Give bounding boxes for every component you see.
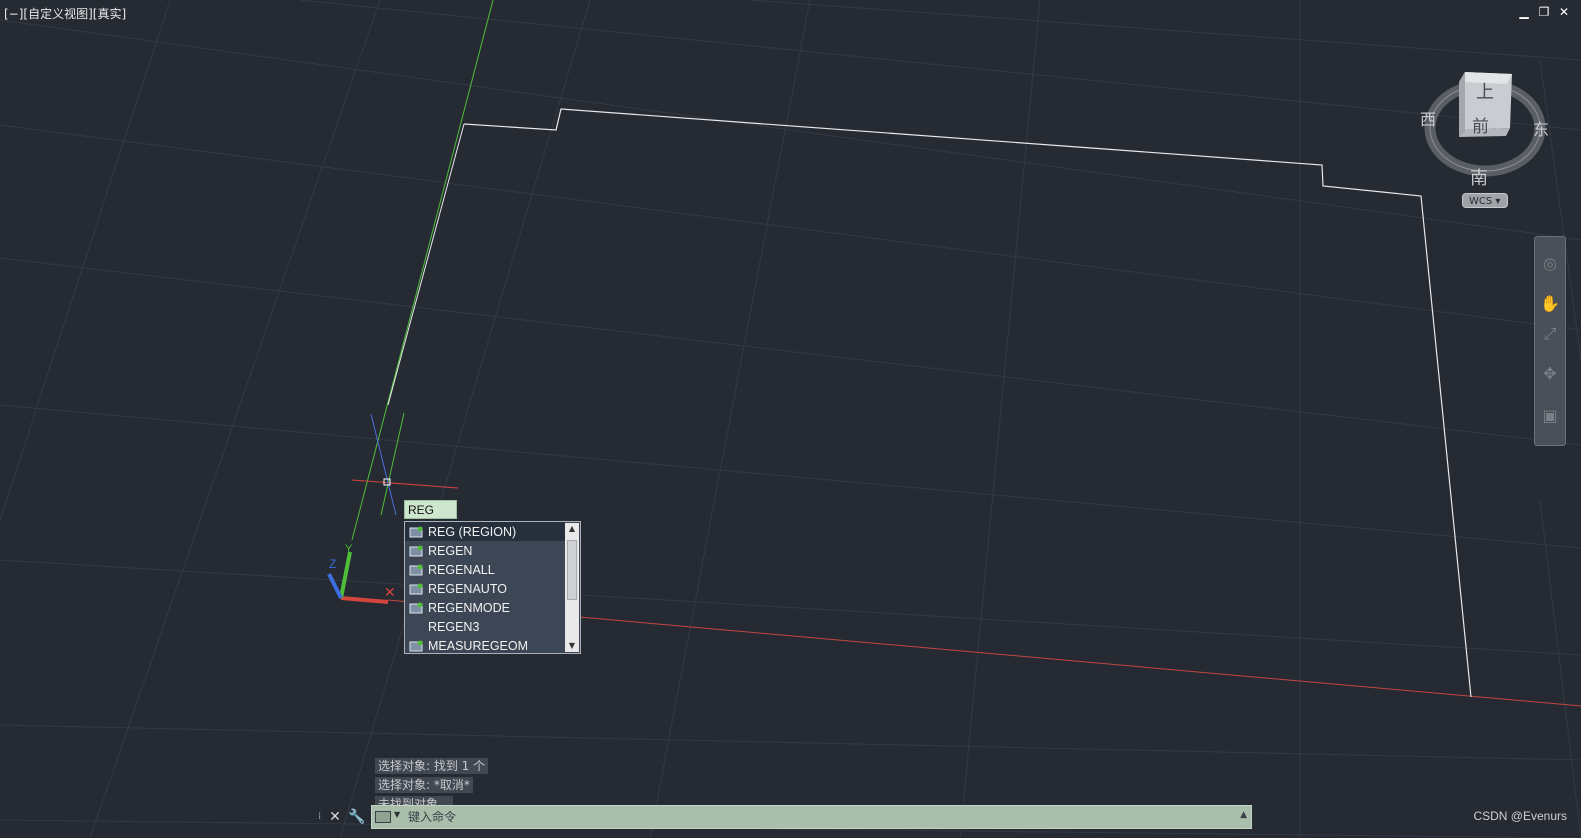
wrench-icon[interactable]: 🔧 — [348, 808, 365, 826]
svg-text:Y: Y — [345, 543, 353, 555]
showmotion-icon[interactable]: ▣ — [1539, 405, 1561, 427]
viewport-window-controls: ▁ ❐ ✕ — [1517, 5, 1571, 19]
blank-icon — [409, 621, 424, 633]
drawing-viewport[interactable]: ✕ Y Z [−][自定义视图][真实] ▁ ❐ ✕ 上 前 西 东 南 WCS… — [0, 0, 1581, 838]
wcs-menu-button[interactable]: WCS ▾ — [1462, 193, 1508, 208]
drag-grip-icon[interactable]: ⁞ — [318, 808, 326, 826]
autocomplete-item-label: REGENAUTO — [428, 581, 507, 596]
autocomplete-item[interactable]: REGENALL — [405, 560, 565, 579]
autocomplete-item[interactable]: REGENAUTO — [405, 579, 565, 598]
command-history: 选择对象: 找到 1 个 选择对象: *取消* 未找到对象。 — [375, 755, 489, 812]
regen-icon — [409, 545, 424, 557]
autocomplete-item-label: REGENALL — [428, 562, 495, 577]
autocomplete-item-label: REGENMODE — [428, 600, 510, 615]
model-space-scene[interactable]: ✕ Y Z — [0, 0, 1581, 838]
regenall-icon — [409, 564, 424, 576]
command-autocomplete-list: REG (REGION) REGEN REGENALL REGENAUTO REGENM… — [404, 521, 581, 654]
ucs-icon: ✕ Y Z — [327, 543, 396, 604]
regenauto-icon — [409, 583, 424, 595]
autocomplete-item-label: REGEN — [428, 543, 473, 558]
viewcube-face-top[interactable]: 上 — [1476, 78, 1494, 104]
measure-icon — [409, 640, 424, 652]
command-prompt-icon[interactable] — [375, 811, 391, 823]
autocomplete-item[interactable]: REG (REGION) — [405, 522, 565, 541]
scroll-up-icon[interactable]: ▲ — [565, 523, 579, 535]
command-input-container: ▼ ▲ — [371, 805, 1252, 829]
y-axis-line — [351, 0, 494, 541]
compass-east[interactable]: 东 — [1533, 116, 1549, 140]
close-command-line-icon[interactable]: ✕ — [328, 808, 342, 826]
regenmode-icon — [409, 602, 424, 614]
pan-hand-icon[interactable]: ✋ — [1539, 293, 1561, 315]
command-input[interactable] — [408, 808, 1228, 826]
dynamic-input-field[interactable]: REG — [404, 500, 457, 519]
autocomplete-item[interactable]: MEASUREGEOM — [405, 636, 565, 655]
orbit-icon[interactable]: ✥ — [1539, 363, 1561, 385]
svg-text:✕: ✕ — [384, 584, 396, 600]
scroll-down-icon[interactable]: ▼ — [565, 640, 579, 652]
viewcube-face-front[interactable]: 前 — [1472, 112, 1489, 137]
autocomplete-item[interactable]: REGENMODE — [405, 598, 565, 617]
history-line: 选择对象: *取消* — [375, 777, 473, 793]
compass-west[interactable]: 西 — [1420, 106, 1436, 130]
autocomplete-item-label: REGEN3 — [428, 619, 480, 634]
autocomplete-scrollbar[interactable]: ▲ ▼ — [565, 523, 579, 652]
autocomplete-item[interactable]: REGEN — [405, 541, 565, 560]
region-outline-left — [387, 123, 465, 406]
close-icon[interactable]: ✕ — [1557, 5, 1571, 19]
restore-icon[interactable]: ❐ — [1537, 5, 1551, 19]
autocomplete-item[interactable]: REGEN3 — [405, 617, 565, 636]
scroll-thumb[interactable] — [567, 540, 577, 600]
region-outline — [463, 108, 1472, 698]
steering-wheel-icon[interactable]: ◎ — [1539, 253, 1561, 275]
autocomplete-items: REG (REGION) REGEN REGENALL REGENAUTO REGENM… — [405, 522, 565, 655]
minimize-icon[interactable]: ▁ — [1517, 5, 1531, 19]
command-line-bar: ⁞ ✕ 🔧 ▼ ▲ — [318, 805, 1252, 829]
zoom-icon[interactable]: ⤢ — [1539, 323, 1561, 345]
expand-history-icon[interactable]: ▲ — [1240, 810, 1247, 820]
chevron-down-icon[interactable]: ▼ — [394, 810, 400, 819]
history-line: 选择对象: 找到 1 个 — [375, 758, 489, 774]
svg-text:Z: Z — [329, 557, 336, 571]
navigation-bar: ◎ ✋ ⤢ ✥ ▣ — [1534, 236, 1566, 446]
compass-south[interactable]: 南 — [1470, 164, 1488, 190]
autocomplete-item-label: REG (REGION) — [428, 524, 517, 539]
watermark: CSDN @Evenurs — [1473, 809, 1567, 823]
region-icon — [409, 526, 424, 538]
autocomplete-item-label: MEASUREGEOM — [428, 638, 529, 653]
viewport-controls-label[interactable]: [−][自定义视图][真实] — [4, 5, 126, 22]
